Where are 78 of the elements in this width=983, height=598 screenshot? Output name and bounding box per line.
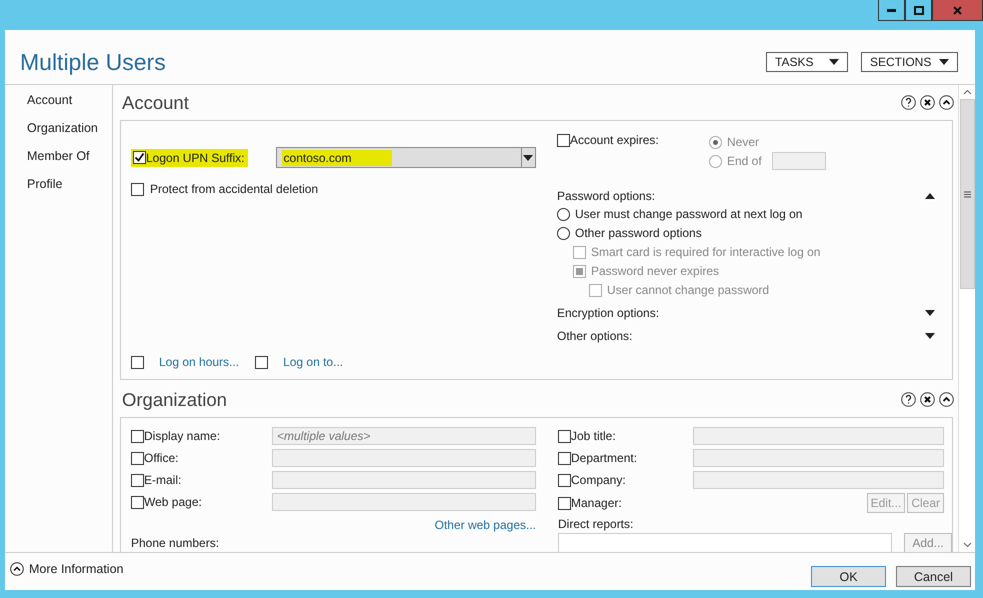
grip-icon (964, 190, 970, 198)
radio-button[interactable] (557, 226, 570, 240)
checkbox-label: Protect from accidental deletion (150, 182, 318, 196)
dialog-button[interactable]: Cancel (896, 566, 971, 587)
close-icon[interactable] (920, 392, 935, 407)
dropdown-value: contoso.com (282, 150, 392, 166)
dialog-button[interactable]: OK (811, 566, 886, 587)
caret-icon (829, 59, 839, 65)
dropdown-button[interactable]: TASKS (766, 52, 848, 72)
group-label: Encryption options: (557, 306, 660, 320)
close-button[interactable] (932, 0, 983, 21)
expand-icon[interactable] (925, 333, 935, 339)
field-label: Office: (144, 451, 178, 465)
radio-label: Never (727, 135, 760, 149)
group-label: Password options: (557, 189, 656, 203)
checkbox[interactable] (131, 452, 144, 464)
minimize-icon (887, 8, 896, 12)
field-label: Job title: (571, 429, 616, 443)
dropdown-button[interactable]: SECTIONS (861, 52, 958, 72)
radio-label: User must change password at next log on (575, 207, 802, 221)
section-title: Account (122, 92, 189, 114)
collapse-icon[interactable] (939, 392, 954, 407)
close-icon[interactable] (920, 95, 935, 110)
checkbox[interactable] (557, 134, 570, 146)
checkbox-label: Password never expires (591, 264, 720, 278)
field-label: Department: (571, 451, 638, 465)
checkbox[interactable] (558, 430, 571, 442)
field-label: Manager: (571, 496, 622, 510)
caret-icon (523, 154, 534, 160)
radio-label: Other password options (575, 226, 702, 240)
expand-up-icon (10, 562, 24, 576)
upn-option: Logon UPN Suffix: (131, 148, 248, 166)
maximize-icon (914, 6, 924, 14)
checkbox-label: User cannot change password (607, 283, 770, 297)
suffix-dropdown[interactable]: contoso.com (276, 147, 536, 168)
group-label: Other options: (557, 329, 632, 343)
checkbox[interactable] (131, 474, 144, 486)
minimize-button[interactable] (878, 0, 905, 21)
link[interactable]: Other web pages... (434, 518, 536, 532)
checkbox[interactable] (131, 430, 144, 442)
sidebar-item[interactable]: Account (27, 93, 112, 109)
field-label: Phone numbers: (131, 536, 220, 550)
field-label: Display name: (144, 429, 220, 443)
close-icon (953, 6, 962, 14)
checkbox-label: Account expires: (570, 133, 659, 147)
checkbox[interactable] (255, 356, 268, 368)
checkbox[interactable] (131, 496, 144, 508)
field-label: Direct reports: (558, 517, 634, 531)
help-icon[interactable] (901, 95, 916, 110)
maximize-button[interactable] (905, 0, 932, 21)
field-label: Web page: (144, 495, 202, 509)
radio-button[interactable] (557, 208, 570, 220)
checkbox[interactable] (131, 182, 144, 196)
checkbox[interactable] (558, 474, 571, 486)
scroll-down-icon[interactable] (962, 542, 972, 548)
field-label: E-mail: (144, 473, 182, 487)
checkbox[interactable] (133, 151, 146, 164)
sidebar-item[interactable]: Member Of (27, 149, 112, 165)
scrollbar[interactable] (958, 85, 975, 552)
help-icon[interactable] (901, 392, 916, 407)
caret-icon (939, 59, 949, 65)
more-information-button[interactable]: More Information (10, 562, 124, 576)
checkbox[interactable] (558, 452, 571, 464)
checkbox[interactable] (558, 496, 571, 510)
checkbox-label: Smart card is required for interactive log on (591, 245, 820, 259)
section-title: Organization (122, 388, 227, 410)
sidebar-item[interactable]: Profile (27, 177, 112, 193)
link[interactable]: Log on to... (283, 355, 344, 369)
link[interactable]: Log on hours... (159, 355, 240, 369)
collapse-icon[interactable] (939, 95, 954, 110)
checkbox[interactable] (131, 356, 144, 368)
collapse-icon[interactable] (925, 193, 935, 199)
radio-label: End of (727, 154, 762, 168)
window-title: Multiple Users (20, 49, 166, 76)
sidebar-item[interactable]: Organization (27, 121, 112, 137)
field-label: Company: (571, 473, 626, 487)
scroll-up-icon[interactable] (962, 89, 972, 95)
expand-icon[interactable] (925, 310, 935, 316)
